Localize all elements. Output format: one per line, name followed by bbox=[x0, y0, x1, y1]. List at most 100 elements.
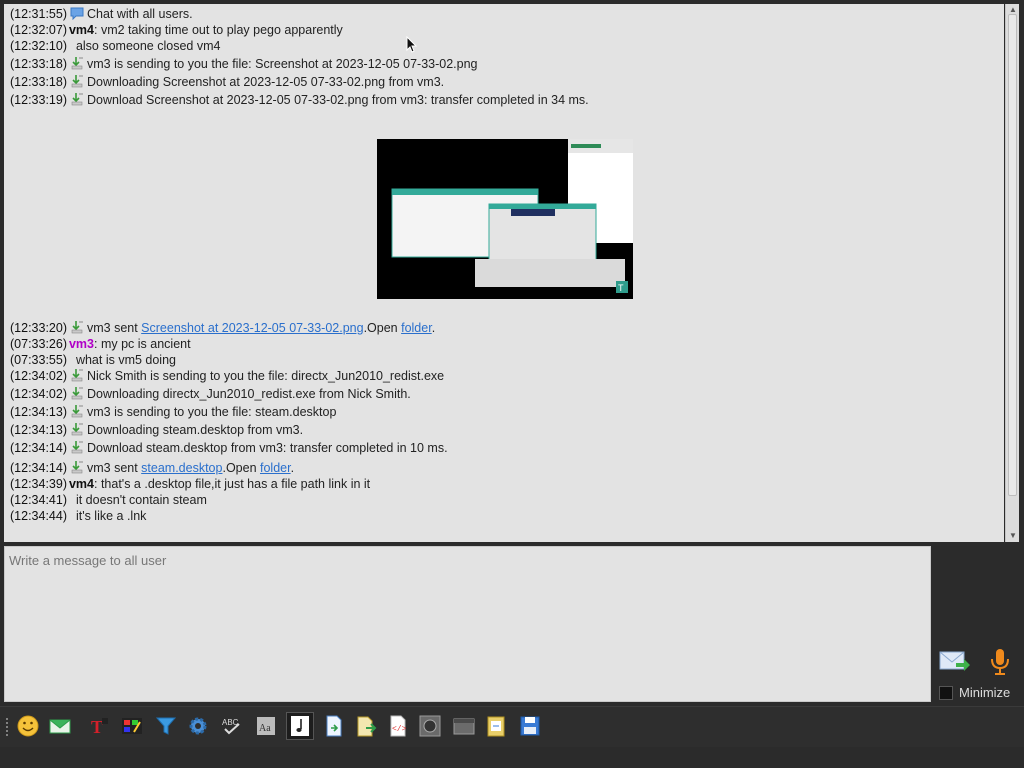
svg-text:Aa: Aa bbox=[259, 723, 271, 734]
spell-check-button[interactable]: ABC bbox=[218, 712, 246, 740]
open-folder-link[interactable]: folder bbox=[260, 461, 291, 475]
open-text: .Open bbox=[363, 321, 402, 335]
file-transfer-icon bbox=[71, 441, 83, 454]
timestamp: (12:34:44) bbox=[10, 509, 67, 523]
share-file-icon bbox=[357, 716, 377, 737]
minimize-label: Minimize bbox=[959, 685, 1011, 700]
file-transfer-icon bbox=[71, 75, 83, 88]
spell-check-icon: ABC bbox=[222, 718, 240, 735]
chat-history: (12:31:55) Chat with all users. (12:32:07)… bbox=[4, 4, 1004, 542]
message-text: : my pc is ancient bbox=[94, 337, 191, 351]
message-text: Nick Smith is sending to you the file: d… bbox=[86, 369, 445, 383]
message-text: Downloading Screenshot at 2023-12-05 07-… bbox=[86, 75, 445, 89]
chat-line: (12:34:13) vm3 is sending to you the file… bbox=[10, 404, 336, 420]
sender-text: vm3 sent bbox=[86, 461, 142, 475]
line-end: . bbox=[290, 461, 295, 475]
timestamp: (12:34:13) bbox=[10, 423, 67, 437]
file-transfer-icon bbox=[71, 369, 83, 382]
toolbar-grip[interactable] bbox=[5, 717, 9, 737]
filter-icon bbox=[155, 717, 177, 735]
message-input-area[interactable] bbox=[4, 546, 931, 702]
microphone-icon bbox=[991, 649, 1009, 675]
scrollbar-thumb[interactable] bbox=[1008, 14, 1017, 496]
settings-gear-button[interactable] bbox=[184, 712, 212, 740]
minimize-toggle[interactable]: Minimize bbox=[939, 685, 1010, 700]
color-palette-icon bbox=[122, 718, 142, 734]
chat-scrollbar[interactable]: ▲ ▼ bbox=[1005, 4, 1019, 542]
email-button[interactable] bbox=[46, 712, 74, 740]
code-snippet-button[interactable]: </> bbox=[384, 712, 412, 740]
record-button[interactable] bbox=[416, 712, 444, 740]
text-format-button[interactable]: T bbox=[86, 712, 114, 740]
timestamp: (12:33:19) bbox=[10, 93, 67, 107]
file-sent-line: (12:33:20) vm3 sent Screenshot at 2023-12… bbox=[10, 320, 435, 336]
status-bar bbox=[0, 747, 1024, 768]
message-text: Downloading steam.desktop from vm3. bbox=[86, 423, 304, 437]
chat-line: (12:31:55) Chat with all users. bbox=[10, 6, 193, 22]
timestamp: (12:34:02) bbox=[10, 387, 67, 401]
timestamp: (12:32:10) bbox=[10, 39, 67, 53]
bottom-toolbar: T ABC Aa </> bbox=[0, 706, 1024, 747]
message-text: : that's a .desktop file,it just has a f… bbox=[94, 477, 371, 491]
file-link[interactable]: steam.desktop bbox=[141, 461, 222, 475]
file-transfer-icon bbox=[71, 387, 83, 400]
clipboard-button[interactable] bbox=[482, 712, 510, 740]
minimize-checkbox[interactable] bbox=[939, 685, 953, 700]
chat-line: (07:33:55) what is vm5 doing bbox=[10, 352, 176, 368]
window-button[interactable] bbox=[450, 712, 478, 740]
timestamp: (12:34:41) bbox=[10, 493, 67, 507]
filter-button[interactable] bbox=[152, 712, 180, 740]
save-button[interactable] bbox=[516, 712, 544, 740]
file-transfer-icon bbox=[71, 93, 83, 106]
color-palette-button[interactable] bbox=[118, 712, 146, 740]
message-text: it doesn't contain steam bbox=[75, 493, 207, 507]
send-file-button[interactable] bbox=[320, 712, 348, 740]
screenshot-thumbnail[interactable]: T bbox=[377, 139, 633, 299]
file-transfer-icon bbox=[71, 423, 83, 436]
message-text: what is vm5 doing bbox=[75, 353, 176, 367]
chat-line: (12:34:14) Download steam.desktop from vm… bbox=[10, 440, 448, 456]
music-note-button[interactable] bbox=[286, 712, 314, 740]
file-transfer-icon bbox=[71, 405, 83, 418]
timestamp: (12:34:14) bbox=[10, 461, 67, 475]
scroll-down-arrow-icon[interactable]: ▼ bbox=[1008, 531, 1018, 541]
chat-line: (12:34:02) Nick Smith is sending to you t… bbox=[10, 368, 444, 384]
chat-line: (12:32:07) vm4: vm2 taking time out to pl… bbox=[10, 22, 343, 38]
nickname: vm4 bbox=[68, 23, 95, 37]
font-button[interactable]: Aa bbox=[252, 712, 280, 740]
timestamp: (12:34:13) bbox=[10, 405, 67, 419]
chat-line: (07:33:26) vm3: my pc is ancient bbox=[10, 336, 191, 352]
send-message-icon bbox=[939, 651, 970, 671]
file-link[interactable]: Screenshot at 2023-12-05 07-33-02.png bbox=[141, 321, 363, 335]
timestamp: (07:33:26) bbox=[10, 337, 67, 351]
file-transfer-icon bbox=[71, 321, 83, 334]
file-sent-line: (12:34:14) vm3 sent steam.desktop.Open fo… bbox=[10, 460, 294, 476]
svg-text:T: T bbox=[618, 283, 624, 293]
send-message-button[interactable] bbox=[939, 647, 971, 677]
text-format-icon: T bbox=[91, 717, 108, 737]
line-end: . bbox=[431, 321, 436, 335]
emoji-button[interactable] bbox=[14, 712, 42, 740]
message-text: Download Screenshot at 2023-12-05 07-33-… bbox=[86, 93, 589, 107]
svg-text:T: T bbox=[91, 717, 103, 737]
microphone-button[interactable] bbox=[988, 647, 1012, 677]
chat-line: (12:34:39) vm4: that's a .desktop file,it… bbox=[10, 476, 370, 492]
timestamp: (07:33:55) bbox=[10, 353, 67, 367]
screenshot-image: T bbox=[377, 139, 633, 299]
chat-line: (12:34:13) Downloading steam.desktop from… bbox=[10, 422, 303, 438]
timestamp: (12:34:02) bbox=[10, 369, 67, 383]
chat-line: (12:33:19) Download Screenshot at 2023-12… bbox=[10, 92, 589, 108]
open-text: .Open bbox=[222, 461, 260, 475]
email-icon bbox=[49, 719, 71, 734]
share-file-button[interactable] bbox=[352, 712, 380, 740]
clipboard-icon bbox=[487, 716, 505, 737]
message-input[interactable] bbox=[5, 547, 930, 701]
chat-line: (12:34:41) it doesn't contain steam bbox=[10, 492, 207, 508]
code-snippet-icon: </> bbox=[390, 715, 407, 737]
font-icon: Aa bbox=[257, 717, 275, 735]
send-file-icon bbox=[326, 715, 342, 737]
open-folder-link[interactable]: folder bbox=[401, 321, 432, 335]
timestamp: (12:33:18) bbox=[10, 75, 67, 89]
file-transfer-icon bbox=[71, 461, 83, 474]
